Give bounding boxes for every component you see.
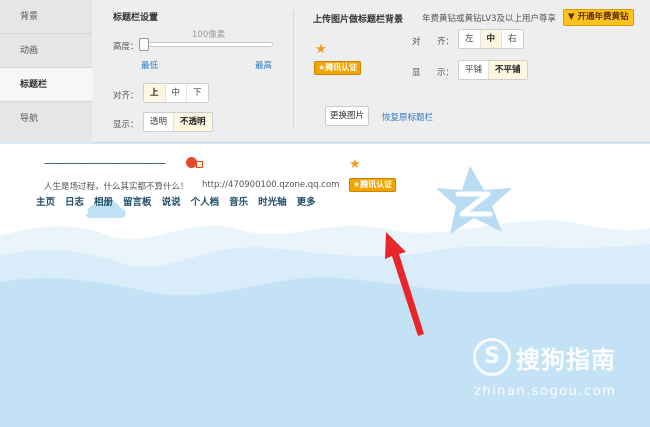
display-no-tile-option[interactable]: 不平铺 xyxy=(489,61,527,79)
align-top-option[interactable]: 上 xyxy=(144,84,166,102)
height-min-label: 最低 xyxy=(141,61,159,71)
nav-item-album[interactable]: 相册 xyxy=(94,194,113,208)
nav-item-home[interactable]: 主页 xyxy=(36,194,55,208)
display-tile-option[interactable]: 平铺 xyxy=(459,61,490,79)
panel-divider xyxy=(293,10,294,128)
titlebar-align-group: 上 中 下 xyxy=(143,83,209,103)
sidebar-item-background[interactable]: 背景 xyxy=(0,0,92,34)
preview-nav: 主页 日志 相册 留言板 说说 个人档 音乐 时光轴 更多 xyxy=(36,194,316,208)
display-opaque-option[interactable]: 不透明 xyxy=(174,113,212,131)
align-bottom-option[interactable]: 下 xyxy=(187,84,208,102)
display-transparent-option[interactable]: 透明 xyxy=(144,113,175,131)
height-value-text: 100像素 xyxy=(192,30,226,40)
upload-align-label-part1: 对 xyxy=(412,37,421,47)
change-image-button[interactable]: 更换图片 xyxy=(325,106,370,126)
sidebar-item-label: 动画 xyxy=(20,46,39,56)
star-icon: ★ xyxy=(315,42,327,57)
watermark-url: zhinan.sogou.com xyxy=(474,384,617,399)
open-vip-label: 开通年费黄钻 xyxy=(577,12,629,22)
align-left-option[interactable]: 左 xyxy=(459,30,481,48)
open-vip-button[interactable]: ▼ 开通年费黄钻 xyxy=(563,9,634,26)
align-right-option[interactable]: 右 xyxy=(502,30,523,48)
diamond-icon: ▼ xyxy=(568,12,575,22)
watermark-name: 搜狗指南 xyxy=(516,346,616,374)
height-label: 高度： xyxy=(113,42,139,52)
upload-display-label-part2: 示： xyxy=(437,68,455,78)
height-slider-track[interactable] xyxy=(145,42,273,47)
nav-item-timeline[interactable]: 时光轴 xyxy=(258,194,287,208)
preview-title-dashes: ——————————— xyxy=(44,156,166,170)
tencent-certified-badge: ★腾讯认证 xyxy=(314,61,362,75)
sidebar-item-navigation[interactable]: 导航 xyxy=(0,102,92,143)
upload-align-group: 左 中 右 xyxy=(458,29,524,49)
sidebar-item-titlebar[interactable]: 标题栏 xyxy=(0,68,93,102)
sogou-logo-icon: S xyxy=(473,338,511,376)
sidebar: 背景 动画 标题栏 导航 xyxy=(0,0,93,143)
preview-description: 人生是场过程，什么其实都不算什么！ xyxy=(44,182,189,192)
nav-item-profile[interactable]: 个人档 xyxy=(191,194,220,208)
restore-titlebar-link[interactable]: 恢复原标题栏 xyxy=(382,111,433,123)
nav-item-music[interactable]: 音乐 xyxy=(229,194,248,208)
display-label: 显示： xyxy=(113,120,139,130)
upload-display-label-part1: 显 xyxy=(412,68,421,78)
upload-display-group: 平铺 不平铺 xyxy=(458,60,528,80)
nav-item-more[interactable]: 更多 xyxy=(297,194,316,208)
align-middle-option[interactable]: 中 xyxy=(166,84,188,102)
preview-tencent-badge: ★腾讯认证 xyxy=(349,178,397,192)
titlebar-display-group: 透明 不透明 xyxy=(143,112,213,132)
sidebar-item-label: 标题栏 xyxy=(20,80,48,90)
tag-icon xyxy=(196,161,203,168)
nav-item-messages[interactable]: 留言板 xyxy=(123,194,152,208)
align-label: 对齐： xyxy=(113,91,139,101)
upload-align-label-part2: 齐： xyxy=(437,37,455,47)
align-center-option[interactable]: 中 xyxy=(480,30,503,48)
settings-panel: 背景 动画 标题栏 导航 标题栏设置 100像素 高度： 最低 最高 对齐： 上… xyxy=(0,0,650,143)
height-max-label: 最高 xyxy=(255,61,273,71)
upload-heading: 上传图片做标题栏背景 xyxy=(313,15,404,25)
nav-item-talk[interactable]: 说说 xyxy=(162,194,181,208)
sidebar-item-label: 导航 xyxy=(20,114,39,124)
vip-note: 年费黄钻或黄钻LV3及以上用户尊享 xyxy=(422,14,557,24)
sidebar-item-label: 背景 xyxy=(20,12,39,22)
star-icon: ★ xyxy=(349,157,361,172)
nav-item-blog[interactable]: 日志 xyxy=(65,194,84,208)
titlebar-settings-heading: 标题栏设置 xyxy=(113,13,159,23)
preview-url[interactable]: http://470900100.qzone.qq.com xyxy=(202,180,339,190)
sidebar-item-animation[interactable]: 动画 xyxy=(0,34,92,68)
height-slider-thumb[interactable] xyxy=(139,38,149,51)
